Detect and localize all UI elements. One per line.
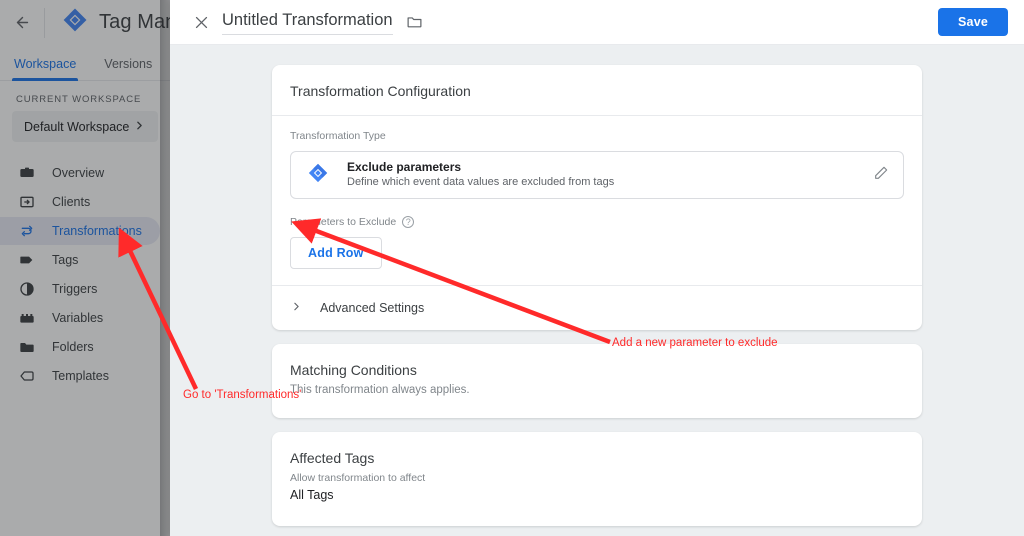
chevron-right-icon [133,119,146,135]
sidebar-item-templates[interactable]: Templates [0,362,160,390]
workspace-name: Default Workspace [24,119,130,134]
sidebar: CURRENT WORKSPACE Default Workspace Over… [0,82,170,536]
add-row-button[interactable]: Add Row [290,237,382,269]
sidebar-nav: Overview Clients Transformations Tags Tr… [0,159,170,390]
gtm-diamond-icon [307,162,329,189]
affected-tags-card: Affected Tags Allow transformation to af… [272,432,922,526]
parameters-to-exclude-label: Parameters to Exclude [290,216,397,228]
sidebar-item-label: Variables [52,310,104,325]
sidebar-item-tags[interactable]: Tags [0,246,160,274]
advanced-settings-row[interactable]: Advanced Settings [272,285,922,330]
sidebar-item-clients[interactable]: Clients [0,188,160,216]
sidebar-item-overview[interactable]: Overview [0,159,160,187]
sidebar-item-label: Overview [52,165,105,180]
affected-tags-value: All Tags [290,488,334,502]
sidebar-item-label: Tags [52,252,79,267]
chevron-right-icon [290,300,303,316]
workspace-selector[interactable]: Default Workspace [12,111,158,142]
transformation-modal: Untitled Transformation Save Transformat… [170,0,1024,536]
transformation-configuration-card: Transformation Configuration Transformat… [272,65,922,330]
sidebar-item-label: Folders [52,339,94,354]
triggers-icon [18,280,36,298]
pencil-icon[interactable] [873,165,889,186]
sidebar-item-transformations[interactable]: Transformations [0,217,160,245]
transformation-type-description: Define which event data values are exclu… [347,176,615,189]
tab-versions[interactable]: Versions [90,57,166,80]
transformation-type-name: Exclude parameters [347,159,462,174]
transformations-icon [18,222,36,240]
affected-tags-sub-label: Allow transformation to affect [290,472,426,484]
help-circle-icon[interactable]: ? [402,216,415,228]
overview-icon [18,164,36,182]
folders-icon [18,338,36,356]
variables-icon [18,309,36,327]
tags-icon [18,251,36,269]
transformation-type-texts: Exclude parameters Define which event da… [347,159,855,192]
matching-conditions-body: This transformation always applies. [290,384,470,396]
title-wrap: Untitled Transformation [222,9,423,35]
modal-body: Transformation Configuration Transformat… [170,45,1024,536]
close-icon[interactable] [186,7,216,37]
tag-manager-logo-icon [62,7,88,38]
card-title: Transformation Configuration [272,65,922,116]
back-arrow-icon[interactable] [0,0,44,45]
sidebar-item-label: Templates [52,368,109,383]
sidebar-item-folders[interactable]: Folders [0,333,160,361]
transformation-type-row[interactable]: Exclude parameters Define which event da… [290,151,904,199]
sidebar-item-label: Triggers [52,281,98,296]
card-title: Affected Tags [290,450,375,466]
modal-header: Untitled Transformation Save [170,0,1024,45]
sidebar-item-variables[interactable]: Variables [0,304,160,332]
sidebar-item-label: Clients [52,194,91,209]
configuration-section: Transformation Type Exclude parameters D… [272,116,922,285]
current-workspace-label: CURRENT WORKSPACE [16,94,142,105]
tab-workspace[interactable]: Workspace [0,57,90,81]
parameters-to-exclude-label-row: Parameters to Exclude ? [290,216,904,228]
card-title: Matching Conditions [290,362,417,378]
transformation-name-input[interactable]: Untitled Transformation [222,9,393,35]
templates-icon [18,367,36,385]
screen: Tag Manager Workspace Versions Ad CURREN… [0,0,1024,536]
matching-conditions-card: Matching Conditions This transformation … [272,344,922,418]
sidebar-item-label: Transformations [52,223,142,238]
transformation-type-label: Transformation Type [290,130,386,142]
save-button[interactable]: Save [938,8,1008,36]
sidebar-item-triggers[interactable]: Triggers [0,275,160,303]
advanced-settings-label: Advanced Settings [320,301,425,315]
folder-icon[interactable] [406,13,423,30]
clients-icon [18,193,36,211]
